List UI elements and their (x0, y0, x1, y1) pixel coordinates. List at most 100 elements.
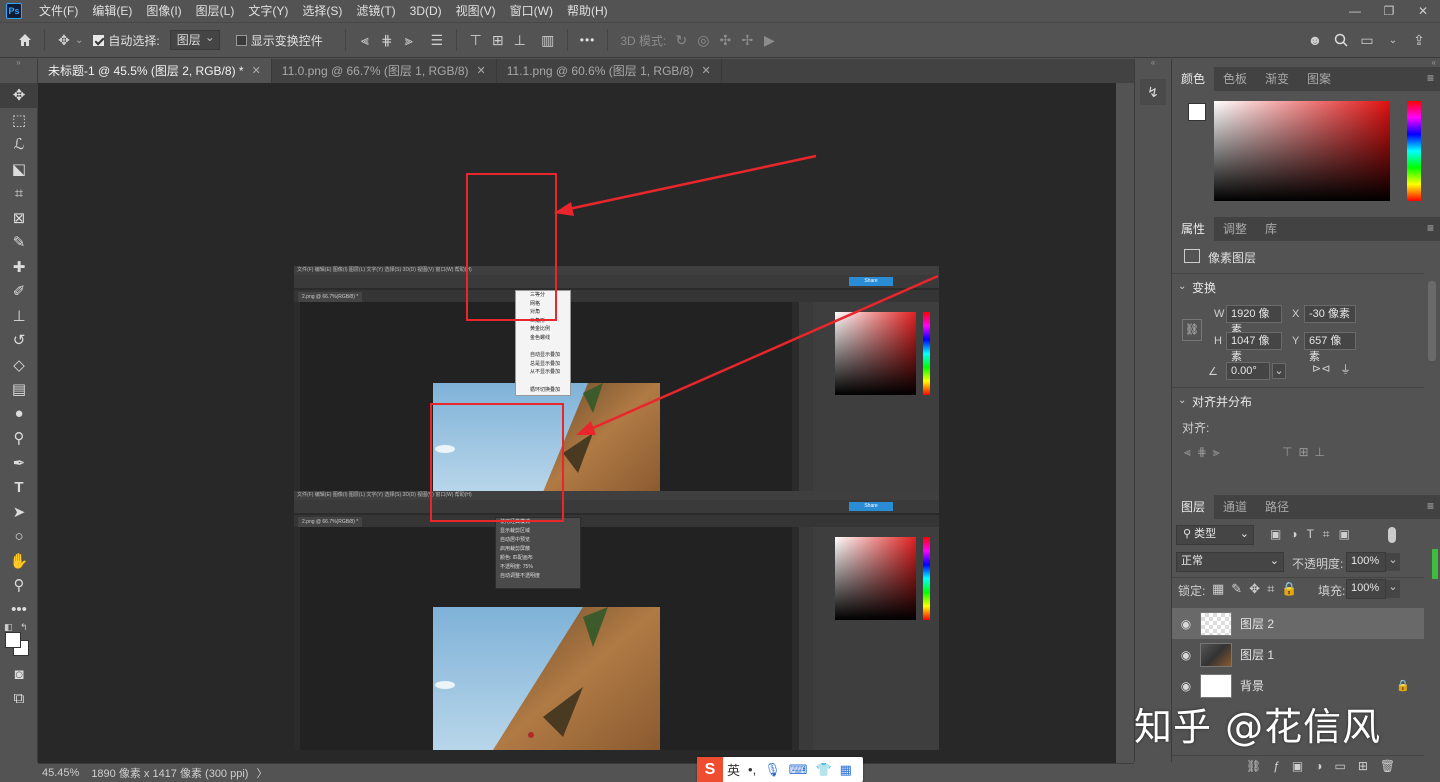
tab-gradients[interactable]: 渐变 (1256, 67, 1298, 91)
filter-toggle[interactable] (1388, 527, 1396, 543)
align-right-icon[interactable]: ⫸ (398, 29, 420, 51)
tab-swatches[interactable]: 色板 (1214, 67, 1256, 91)
status-chevron-icon[interactable]: 〉 (256, 765, 267, 781)
menu-window[interactable]: 窗口(W) (503, 0, 560, 22)
move-icon[interactable]: ✥ (0, 83, 38, 108)
object-select-icon[interactable]: ⬕ (0, 157, 38, 182)
auto-select-checkbox[interactable] (93, 34, 105, 46)
collapse-dock-icon[interactable]: « (1135, 59, 1171, 67)
panel-menu-icon[interactable]: ≡ (1427, 71, 1434, 85)
path-select-icon[interactable]: ➤ (0, 500, 38, 525)
healing-icon[interactable]: ✚ (0, 255, 38, 280)
angle-field[interactable]: 0.00° (1226, 362, 1270, 380)
flip-horizontal-icon[interactable]: ⊳⊲ (1312, 362, 1330, 375)
tab-properties[interactable]: 属性 (1172, 217, 1215, 241)
angle-dropdown-icon[interactable]: ⌄ (1272, 363, 1286, 379)
layer-row[interactable]: ◉ 图层 1 (1172, 639, 1424, 670)
width-field[interactable]: 1920 像素 (1226, 305, 1282, 336)
close-button[interactable]: ✕ (1406, 0, 1440, 22)
dodge-icon[interactable]: ⚲ (0, 426, 38, 451)
move-tool-icon[interactable]: ✥ (53, 29, 75, 51)
canvas-workspace[interactable]: 文件(F) 编辑(E) 图像(I) 图层(L) 文字(Y) 选择(S) 3D(D… (38, 83, 1116, 763)
swap-colors-icon[interactable]: ↰ (20, 622, 28, 633)
align-vcenter-icon[interactable]: ⊞ (487, 29, 509, 51)
3d-orbit-icon[interactable]: ↻ (670, 29, 692, 51)
transform-chevron-icon[interactable]: ⌄ (1178, 281, 1186, 292)
blend-mode-select[interactable]: 正常 ⌄ (1176, 552, 1284, 572)
eye-icon[interactable]: ◉ (1172, 648, 1200, 662)
opacity-chevron-icon[interactable]: ⌄ (1386, 553, 1400, 571)
blur-icon[interactable]: ● (0, 402, 38, 427)
auto-select-target-select[interactable]: 图层 (169, 28, 220, 50)
microphone-icon[interactable]: 🎙 (764, 762, 781, 778)
color-swatches[interactable]: ◧ ↰ (0, 622, 37, 662)
layers-bottom-icons[interactable]: ⛓ƒ▣◑▭⊞🗑 (1246, 759, 1407, 773)
menu-view[interactable]: 视图(V) (449, 0, 503, 22)
brush-icon[interactable]: ✐ (0, 279, 38, 304)
hue-slider[interactable] (1407, 101, 1421, 201)
gradient-icon[interactable]: ▤ (0, 377, 38, 402)
restore-button[interactable]: ❐ (1372, 0, 1406, 22)
tab-libraries[interactable]: 库 (1256, 217, 1286, 241)
user-search-icon[interactable]: ☻ (1304, 29, 1326, 51)
skin-icon[interactable]: 👕 (815, 762, 831, 778)
flip-vertical-icon[interactable]: ⏚ (1340, 361, 1351, 377)
zoom-level[interactable]: 45.45% (42, 767, 79, 779)
layer-filter-select[interactable]: ⚲ 类型 ⌄ (1176, 525, 1254, 545)
tab-11-0[interactable]: 11.0.png @ 66.7% (图层 1, RGB/8) ✕ (272, 59, 497, 83)
eye-icon[interactable]: ◉ (1172, 617, 1200, 631)
menu-image[interactable]: 图像(I) (139, 0, 188, 22)
tool-preset-chevron-icon[interactable]: ⌄ (75, 35, 83, 46)
search-icon[interactable] (1330, 29, 1352, 51)
toolbox-icon[interactable]: ▦ (840, 762, 852, 778)
marquee-icon[interactable]: ⬚ (0, 108, 38, 133)
align-h-icons[interactable]: ⫷⋕⫸ (1184, 445, 1226, 460)
ime-language[interactable]: 英 (727, 760, 740, 779)
x-field[interactable]: -30 像素 (1304, 305, 1356, 323)
punctuation-icon[interactable]: •, (748, 762, 756, 777)
align-bottom-icon[interactable]: ⊥ (509, 29, 531, 51)
foreground-swatch[interactable] (1188, 103, 1206, 121)
fill-chevron-icon[interactable]: ⌄ (1386, 580, 1400, 598)
menu-edit[interactable]: 编辑(E) (85, 0, 139, 22)
minimize-button[interactable]: — (1338, 0, 1372, 22)
collapse-toolbar-icon[interactable]: » (0, 59, 37, 67)
foreground-color-swatch[interactable] (5, 632, 21, 648)
properties-scrollbar[interactable] (1428, 281, 1436, 361)
stamp-icon[interactable]: ⊥ (0, 304, 38, 329)
layer-row[interactable]: ◉ 图层 2 (1172, 608, 1424, 639)
workspace-icon[interactable]: ▭ (1356, 29, 1378, 51)
3d-slide-icon[interactable]: ✢ (736, 29, 758, 51)
align-top-icon[interactable]: ⊤ (465, 29, 487, 51)
close-icon[interactable]: ✕ (477, 59, 486, 83)
panel-menu-icon[interactable]: ≡ (1427, 221, 1434, 235)
menu-layer[interactable]: 图层(L) (189, 0, 242, 22)
menu-3d[interactable]: 3D(D) (403, 0, 449, 22)
menu-type[interactable]: 文字(Y) (241, 0, 295, 22)
lock-icons[interactable]: ▦✎✥⌗🔒 (1212, 581, 1305, 597)
history-panel-icon[interactable]: ↯ (1140, 79, 1166, 105)
pen-icon[interactable]: ✒ (0, 451, 38, 476)
home-icon[interactable] (14, 29, 36, 51)
show-transform-checkbox[interactable] (235, 34, 247, 46)
eye-icon[interactable]: ◉ (1172, 679, 1200, 693)
eraser-icon[interactable]: ◇ (0, 353, 38, 378)
distribute-icon[interactable]: ☰ (426, 29, 448, 51)
keyboard-icon[interactable]: ⌨ (789, 762, 808, 778)
tab-untitled-1[interactable]: 未标题-1 @ 45.5% (图层 2, RGB/8) * ✕ (38, 59, 272, 83)
align-hcenter-icon[interactable]: ⋕ (376, 29, 398, 51)
layer-filter-icons[interactable]: ▣◑T⌗▣ (1270, 527, 1359, 542)
y-field[interactable]: 657 像素 (1304, 332, 1356, 363)
menu-filter[interactable]: 滤镜(T) (349, 0, 402, 22)
tab-patterns[interactable]: 图案 (1298, 67, 1340, 91)
tab-color[interactable]: 颜色 (1172, 67, 1215, 91)
3d-roll-icon[interactable]: ◎ (692, 29, 714, 51)
fill-field[interactable]: 100% (1346, 579, 1386, 599)
hand-icon[interactable]: ✋ (0, 549, 38, 574)
eyedropper-icon[interactable]: ✎ (0, 230, 38, 255)
workspace-chevron-icon[interactable]: ⌄ (1382, 29, 1404, 51)
screen-mode-icon[interactable]: ⧉ (0, 687, 38, 712)
menu-select[interactable]: 选择(S) (295, 0, 349, 22)
align-v-icons[interactable]: ⊤⊞⊥ (1282, 445, 1331, 459)
color-field[interactable] (1214, 101, 1390, 201)
